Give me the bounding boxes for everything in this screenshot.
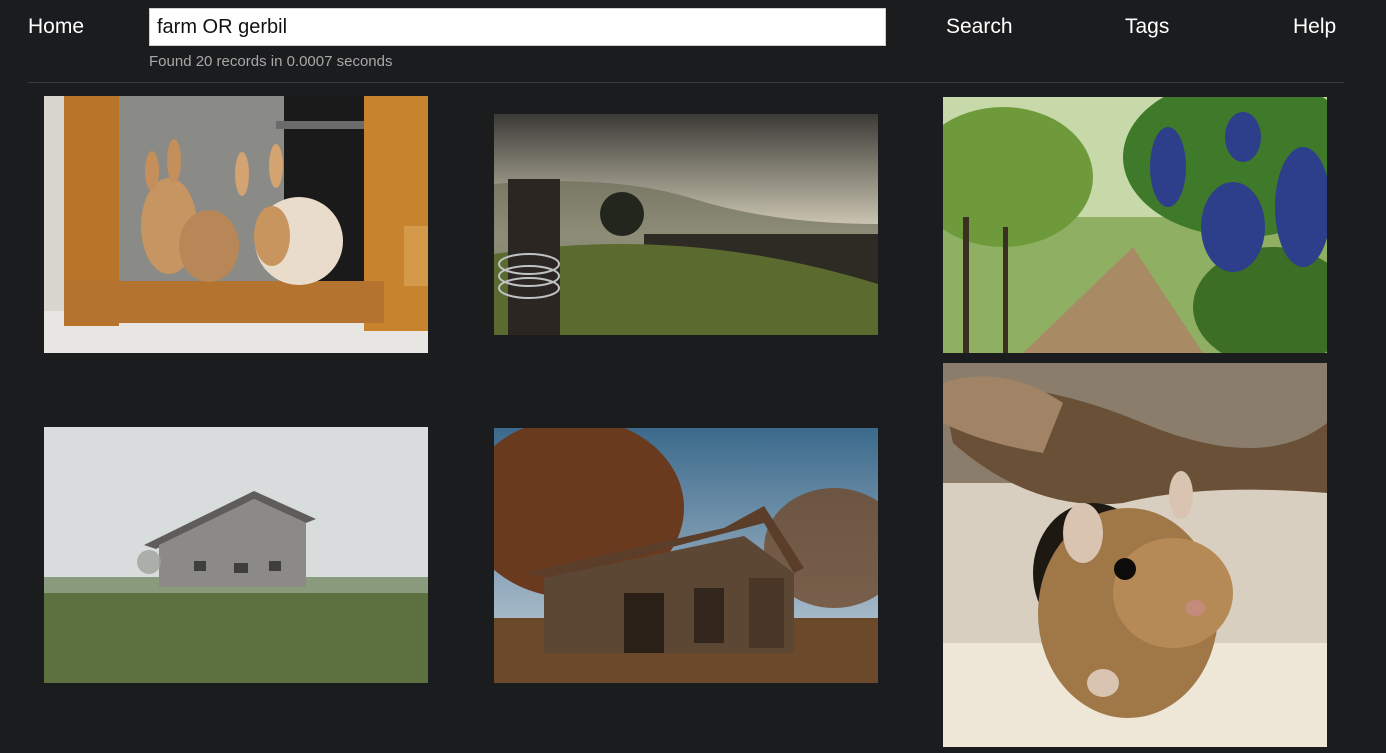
gerbil-image — [943, 363, 1327, 747]
result-thumbnail-pasture[interactable] — [494, 114, 878, 335]
result-thumbnail-old-barn[interactable] — [494, 428, 878, 683]
nav-help-link[interactable]: Help — [1293, 14, 1336, 40]
result-count-text: Found 20 records in 0.0007 seconds — [149, 53, 393, 70]
result-thumbnail-rabbits[interactable] — [44, 96, 428, 353]
result-thumbnail-vineyard[interactable] — [943, 97, 1327, 353]
old-barn-image — [494, 428, 878, 683]
result-thumbnail-barn-fog[interactable] — [44, 427, 428, 683]
rabbits-image — [44, 96, 428, 353]
nav-tags-link[interactable]: Tags — [1125, 14, 1169, 40]
barn-fog-image — [44, 427, 428, 683]
search-input[interactable] — [149, 8, 886, 46]
result-thumbnail-gerbil[interactable] — [943, 363, 1327, 747]
pasture-image — [494, 114, 878, 335]
vineyard-image — [943, 97, 1327, 353]
nav-search-link[interactable]: Search — [946, 14, 1013, 40]
header-divider — [28, 82, 1344, 83]
nav-home-link[interactable]: Home — [28, 14, 84, 40]
